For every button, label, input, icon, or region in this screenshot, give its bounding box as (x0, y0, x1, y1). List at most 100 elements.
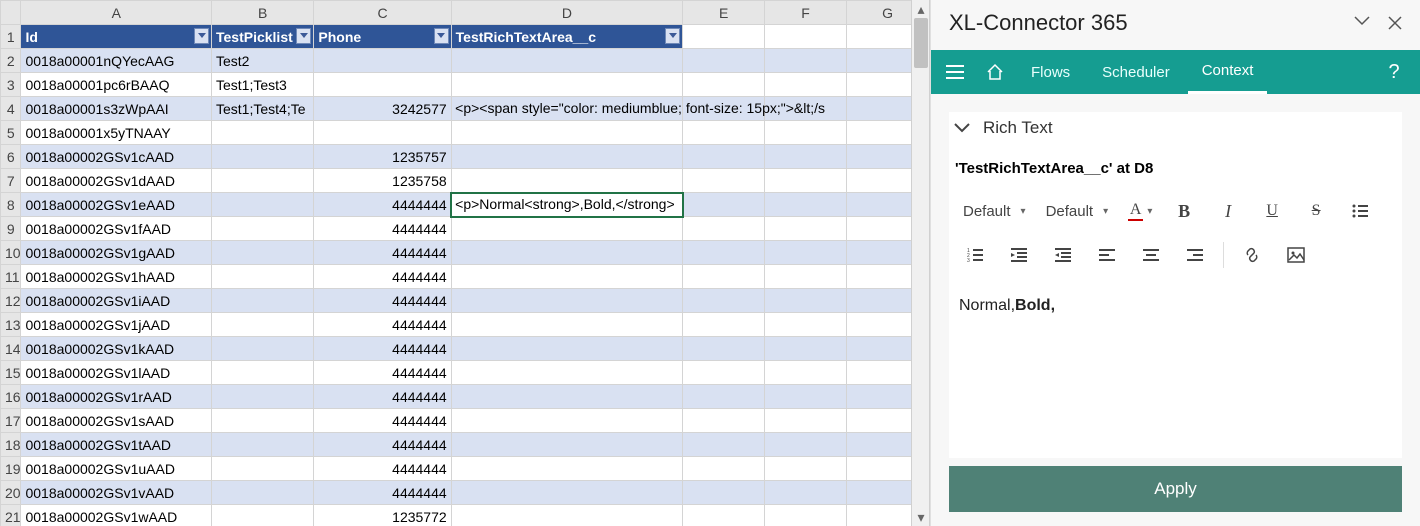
grid-cell-C15[interactable]: 4444444 (314, 361, 451, 385)
grid-cell-D5[interactable] (451, 121, 682, 145)
select-all-cell[interactable] (1, 1, 21, 25)
column-header-B[interactable]: B (212, 1, 314, 25)
align-right-button[interactable] (1173, 235, 1217, 275)
grid-cell-A21[interactable]: 0018a00002GSv1wAAD (21, 505, 212, 526)
grid-cell-B16[interactable] (212, 385, 314, 409)
scroll-down-arrow-icon[interactable]: ▾ (912, 508, 930, 526)
underline-button[interactable]: U (1250, 191, 1294, 231)
grid-cell-B8[interactable] (212, 193, 314, 217)
spreadsheet-grid[interactable]: ABCDEFG1IdTestPicklistPhoneTestRichTextA… (0, 0, 930, 526)
grid-cell-E4[interactable] (683, 97, 765, 121)
grid-cell-C2[interactable] (314, 49, 451, 73)
grid-cell-A18[interactable]: 0018a00002GSv1tAAD (21, 433, 212, 457)
row-header-9[interactable]: 9 (1, 217, 21, 241)
grid-cell-F12[interactable] (765, 289, 847, 313)
grid-cell-A15[interactable]: 0018a00002GSv1lAAD (21, 361, 212, 385)
grid-cell-C6[interactable]: 1235757 (314, 145, 451, 169)
grid-cell-E9[interactable] (683, 217, 765, 241)
grid-cell-B12[interactable] (212, 289, 314, 313)
grid-cell-D4[interactable] (451, 97, 682, 121)
grid-cell-C5[interactable] (314, 121, 451, 145)
grid-cell-E10[interactable] (683, 241, 765, 265)
grid-cell-A19[interactable]: 0018a00002GSv1uAAD (21, 457, 212, 481)
grid-cell-B6[interactable] (212, 145, 314, 169)
rich-text-editor[interactable]: Normal,Bold, (949, 283, 1402, 458)
row-header-15[interactable]: 15 (1, 361, 21, 385)
grid-cell-A13[interactable]: 0018a00002GSv1jAAD (21, 313, 212, 337)
grid-cell-D14[interactable] (451, 337, 682, 361)
grid-cell-B7[interactable] (212, 169, 314, 193)
grid-cell-C4[interactable]: 3242577 (314, 97, 451, 121)
table-header-TestRichTextArea__c[interactable]: TestRichTextArea__c (451, 25, 682, 49)
row-header-11[interactable]: 11 (1, 265, 21, 289)
grid-cell-D2[interactable] (451, 49, 682, 73)
indent-button[interactable] (997, 235, 1041, 275)
grid-cell-F18[interactable] (765, 433, 847, 457)
grid-cell-A6[interactable]: 0018a00002GSv1cAAD (21, 145, 212, 169)
bold-button[interactable]: B (1162, 191, 1206, 231)
grid-cell-B4[interactable]: Test1;Test4;Te (212, 97, 314, 121)
grid-cell-E6[interactable] (683, 145, 765, 169)
grid-cell-D12[interactable] (451, 289, 682, 313)
tab-context[interactable]: Context (1188, 50, 1268, 94)
grid-cell-E20[interactable] (683, 481, 765, 505)
grid-cell-E14[interactable] (683, 337, 765, 361)
link-button[interactable] (1230, 235, 1274, 275)
filter-icon[interactable] (434, 28, 449, 44)
grid-cell-E21[interactable] (683, 505, 765, 526)
grid-cell-F6[interactable] (765, 145, 847, 169)
column-header-C[interactable]: C (314, 1, 451, 25)
grid-cell-C19[interactable]: 4444444 (314, 457, 451, 481)
grid-cell-E13[interactable] (683, 313, 765, 337)
column-header-E[interactable]: E (683, 1, 765, 25)
row-header-12[interactable]: 12 (1, 289, 21, 313)
row-header-20[interactable]: 20 (1, 481, 21, 505)
grid-cell-D3[interactable] (451, 73, 682, 97)
grid-cell-A4[interactable]: 0018a00001s3zWpAAI (21, 97, 212, 121)
tab-flows[interactable]: Flows (1017, 50, 1084, 94)
grid-cell-A12[interactable]: 0018a00002GSv1iAAD (21, 289, 212, 313)
grid-cell-D16[interactable] (451, 385, 682, 409)
grid-cell-F16[interactable] (765, 385, 847, 409)
italic-button[interactable]: I (1206, 191, 1250, 231)
grid-cell-F11[interactable] (765, 265, 847, 289)
grid-cell[interactable] (683, 25, 765, 49)
tab-scheduler[interactable]: Scheduler (1088, 50, 1184, 94)
scroll-thumb[interactable] (914, 18, 928, 68)
grid-cell-E11[interactable] (683, 265, 765, 289)
grid-cell-D20[interactable] (451, 481, 682, 505)
filter-icon[interactable] (296, 28, 311, 44)
scroll-up-arrow-icon[interactable]: ▴ (912, 0, 930, 18)
column-header-A[interactable]: A (21, 1, 212, 25)
grid-cell-C9[interactable]: 4444444 (314, 217, 451, 241)
grid-cell-D15[interactable] (451, 361, 682, 385)
image-button[interactable] (1274, 235, 1318, 275)
numbered-list-button[interactable]: 123 (953, 235, 997, 275)
row-header-6[interactable]: 6 (1, 145, 21, 169)
grid-cell-A20[interactable]: 0018a00002GSv1vAAD (21, 481, 212, 505)
grid-cell-E18[interactable] (683, 433, 765, 457)
row-header-7[interactable]: 7 (1, 169, 21, 193)
row-header-19[interactable]: 19 (1, 457, 21, 481)
filter-icon[interactable] (194, 28, 209, 44)
row-header-21[interactable]: 21 (1, 505, 21, 526)
grid-cell-A7[interactable]: 0018a00002GSv1dAAD (21, 169, 212, 193)
grid-cell-F2[interactable] (765, 49, 847, 73)
grid-cell-D6[interactable] (451, 145, 682, 169)
home-icon[interactable] (977, 50, 1013, 94)
row-header-18[interactable]: 18 (1, 433, 21, 457)
grid-cell-D21[interactable] (451, 505, 682, 526)
bullet-list-button[interactable] (1338, 191, 1382, 231)
grid-cell-C11[interactable]: 4444444 (314, 265, 451, 289)
grid-cell-F20[interactable] (765, 481, 847, 505)
grid-cell-D18[interactable] (451, 433, 682, 457)
grid-cell-F8[interactable] (765, 193, 847, 217)
grid-cell-F14[interactable] (765, 337, 847, 361)
grid-cell-B15[interactable] (212, 361, 314, 385)
grid-cell-C13[interactable]: 4444444 (314, 313, 451, 337)
grid-cell-E15[interactable] (683, 361, 765, 385)
grid-cell-B14[interactable] (212, 337, 314, 361)
grid-cell-C8[interactable]: 4444444 (314, 193, 451, 217)
grid-cell-B10[interactable] (212, 241, 314, 265)
grid-cell-C17[interactable]: 4444444 (314, 409, 451, 433)
